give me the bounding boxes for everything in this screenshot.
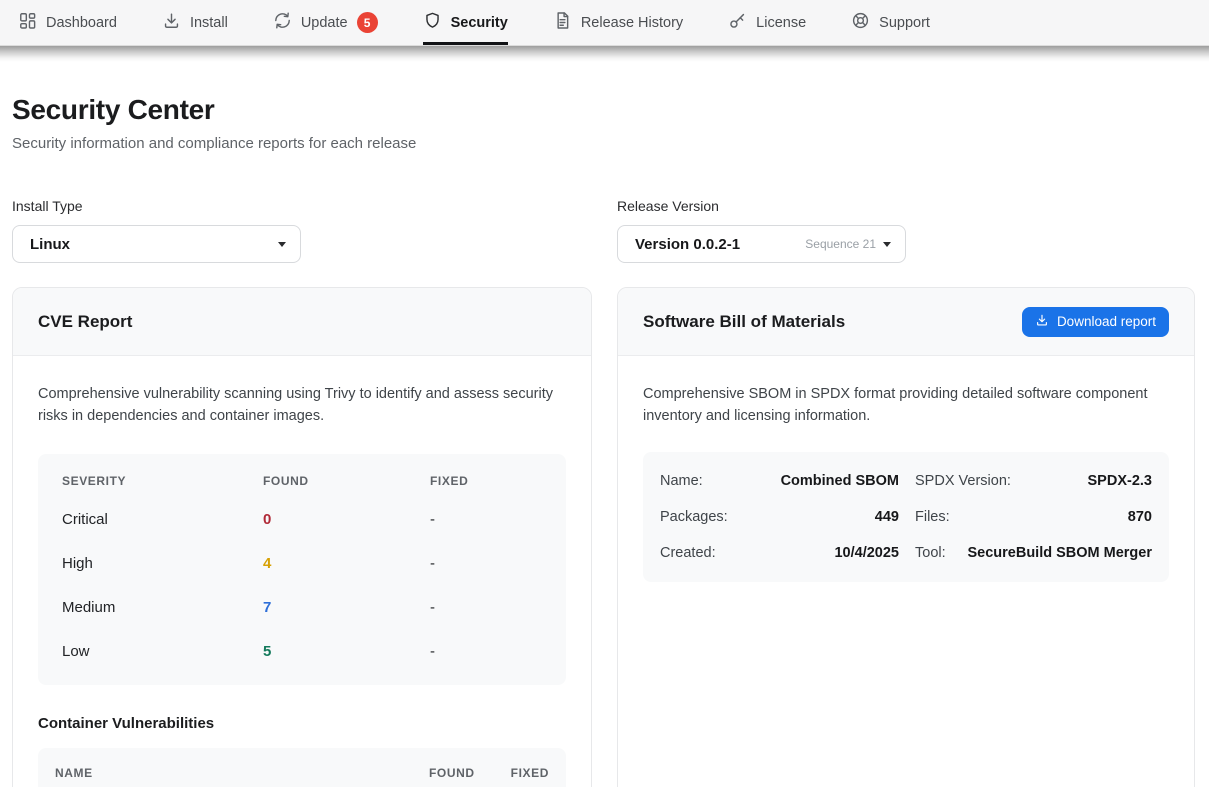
- fixed-column-header: FIXED: [511, 766, 549, 780]
- cve-description: Comprehensive vulnerability scanning usi…: [38, 384, 566, 427]
- nav-tab-release-history[interactable]: Release History: [553, 0, 683, 45]
- update-count-badge: 5: [357, 12, 378, 33]
- document-icon: [553, 11, 572, 34]
- install-type-label: Install Type: [12, 198, 301, 214]
- severity-row-found: 4: [263, 541, 430, 585]
- nav-tab-label: Install: [190, 15, 228, 31]
- severity-row-found: 7: [263, 585, 430, 629]
- nav-tab-label: Update: [301, 15, 348, 31]
- sbom-card-title: Software Bill of Materials: [643, 312, 845, 332]
- cards-row: CVE Report Comprehensive vulnerability s…: [12, 287, 1195, 787]
- release-version-filter: Release Version Version 0.0.2-1 Sequence…: [617, 198, 906, 263]
- found-column-header: FOUND: [263, 474, 430, 497]
- fixed-column-header: FIXED: [430, 474, 542, 497]
- sbom-card-header: Software Bill of Materials Download repo…: [618, 288, 1194, 356]
- release-sequence-text: Sequence 21: [805, 237, 876, 251]
- nav-tab-install[interactable]: Install: [162, 0, 228, 45]
- sbom-card: Software Bill of Materials Download repo…: [617, 287, 1195, 787]
- filters-row: Install Type Linux Release Version Versi…: [12, 198, 1195, 263]
- severity-row-fixed: -: [430, 541, 542, 585]
- sbom-detail-value: 870: [1128, 509, 1152, 525]
- sbom-details-row: Created: 10/4/2025 Tool: SecureBuild SBO…: [660, 535, 1152, 571]
- sbom-detail-label: Packages:: [660, 509, 728, 525]
- nav-tab-dashboard[interactable]: Dashboard: [18, 0, 117, 45]
- nav-tab-security[interactable]: Security: [423, 0, 508, 45]
- sbom-detail-label: Created:: [660, 545, 716, 561]
- sbom-detail-value: SPDX-2.3: [1088, 473, 1152, 489]
- severity-row-fixed: -: [430, 585, 542, 629]
- cve-card-body: Comprehensive vulnerability scanning usi…: [13, 356, 591, 787]
- severity-row-label: Low: [62, 629, 263, 673]
- download-report-button[interactable]: Download report: [1022, 307, 1169, 337]
- install-type-select[interactable]: Linux: [12, 225, 301, 263]
- nav-tab-label: License: [756, 15, 806, 31]
- container-vulnerabilities-title: Container Vulnerabilities: [38, 715, 566, 732]
- nav-tab-update[interactable]: Update 5: [273, 0, 378, 45]
- severity-row-found: 5: [263, 629, 430, 673]
- container-vulnerabilities-table-header: NAME FOUND FIXED: [38, 748, 566, 787]
- page-title: Security Center: [12, 94, 1195, 126]
- found-column-header: FOUND: [429, 766, 475, 780]
- severity-row-label: Medium: [62, 585, 263, 629]
- sbom-detail-label: Files:: [915, 509, 950, 525]
- sbom-detail-label: Name:: [660, 473, 703, 489]
- severity-column-header: SEVERITY: [62, 474, 263, 497]
- sbom-details-panel: Name: Combined SBOM SPDX Version: SPDX-2…: [643, 452, 1169, 582]
- chevron-down-icon: [883, 242, 891, 247]
- release-version-label: Release Version: [617, 198, 906, 214]
- page-subtitle: Security information and compliance repo…: [12, 135, 1195, 152]
- install-type-value: Linux: [30, 236, 70, 253]
- nav-tab-label: Support: [879, 15, 930, 31]
- install-type-filter: Install Type Linux: [12, 198, 301, 263]
- top-nav: Dashboard Install Update 5 Security Rele…: [0, 0, 1209, 46]
- header-shadow-divider: [0, 46, 1209, 62]
- dashboard-icon: [18, 11, 37, 34]
- main-content: Security Center Security information and…: [0, 94, 1209, 787]
- lifebuoy-icon: [851, 11, 870, 34]
- severity-table: SEVERITY FOUND FIXED Critical 0 - High 4…: [38, 454, 566, 685]
- nav-tab-label: Security: [451, 15, 508, 31]
- download-report-label: Download report: [1057, 314, 1156, 329]
- download-icon: [1035, 313, 1049, 330]
- chevron-down-icon: [278, 242, 286, 247]
- sbom-detail-value: 10/4/2025: [834, 545, 899, 561]
- nav-tab-label: Release History: [581, 15, 683, 31]
- sbom-detail-value: SecureBuild SBOM Merger: [967, 545, 1152, 561]
- sbom-card-body: Comprehensive SBOM in SPDX format provid…: [618, 356, 1194, 610]
- sbom-details-row: Packages: 449 Files: 870: [660, 499, 1152, 535]
- severity-row-fixed: -: [430, 497, 542, 541]
- severity-row-label: Critical: [62, 497, 263, 541]
- sbom-detail-value: Combined SBOM: [781, 473, 899, 489]
- nav-tab-support[interactable]: Support: [851, 0, 930, 45]
- severity-row-found: 0: [263, 497, 430, 541]
- key-icon: [728, 11, 747, 34]
- sbom-detail-label: Tool:: [915, 545, 946, 561]
- sbom-details-row: Name: Combined SBOM SPDX Version: SPDX-2…: [660, 463, 1152, 499]
- release-version-select[interactable]: Version 0.0.2-1 Sequence 21: [617, 225, 906, 263]
- nav-tab-license[interactable]: License: [728, 0, 806, 45]
- release-version-value: Version 0.0.2-1: [635, 236, 740, 253]
- nav-tab-label: Dashboard: [46, 15, 117, 31]
- download-icon: [162, 11, 181, 34]
- sbom-description: Comprehensive SBOM in SPDX format provid…: [643, 384, 1169, 427]
- shield-icon: [423, 11, 442, 34]
- severity-row-fixed: -: [430, 629, 542, 673]
- name-column-header: NAME: [55, 766, 93, 780]
- sbom-detail-value: 449: [875, 509, 899, 525]
- cve-report-card: CVE Report Comprehensive vulnerability s…: [12, 287, 592, 787]
- refresh-icon: [273, 11, 292, 34]
- sbom-detail-label: SPDX Version:: [915, 473, 1011, 489]
- cve-card-header: CVE Report: [13, 288, 591, 356]
- severity-row-label: High: [62, 541, 263, 585]
- cve-card-title: CVE Report: [38, 312, 132, 332]
